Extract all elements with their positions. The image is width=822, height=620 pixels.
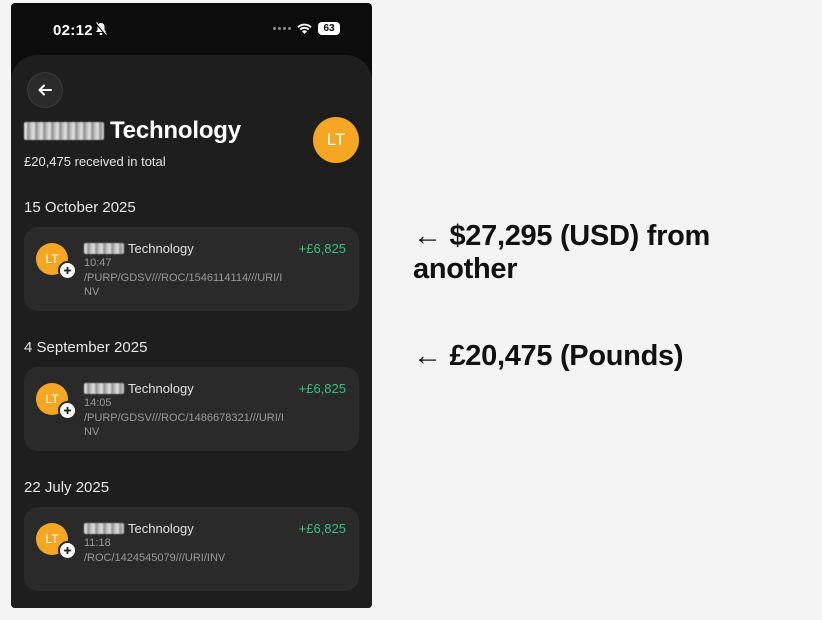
transaction-reference: /PURP/GDSV///ROC/1486678321///URI/I NV [84,412,284,438]
plus-icon [58,261,77,280]
transaction-reference: /ROC/1424545079///URI/INV [84,552,226,564]
transaction-amount: +£6,825 [298,521,346,536]
annotation-usd: ← $27,295 (USD) from another [413,220,710,285]
avatar: LT [313,117,359,163]
transaction-time: 10:47 [84,257,112,269]
transaction-time: 11:18 [84,537,111,549]
transaction-name: Technology [84,521,194,536]
transaction-reference: /PURP/GDSV///ROC/1546114114///URI/I NV [84,272,283,298]
transaction-card[interactable]: LT Technology 10:47 /PURP/GDSV///ROC/154… [24,227,359,311]
date-heading: 15 October 2025 [24,199,136,216]
status-bar: 02:12 63 [11,3,372,55]
redacted-name [24,122,104,140]
page-title: Technology [24,117,241,145]
date-heading: 4 September 2025 [24,339,148,356]
status-time: 02:12 [53,22,93,39]
phone-screen: 02:12 63 Technology £20,475 received in … [11,3,372,608]
transaction-amount: +£6,825 [298,241,346,256]
transaction-name-text: Technology [128,381,194,396]
transaction-amount: +£6,825 [298,381,346,396]
payee-detail-sheet: Technology £20,475 received in total LT … [11,55,372,608]
signal-dots-icon [273,27,291,30]
date-heading: 22 July 2025 [24,479,110,496]
status-icons: 63 [273,22,340,35]
plus-icon [58,401,77,420]
transaction-name: Technology [84,241,194,256]
transaction-name-text: Technology [128,241,194,256]
wifi-icon [297,23,312,34]
transaction-name-text: Technology [128,521,194,536]
page-title-text: Technology [110,117,241,144]
annotation-pounds: ← £20,475 (Pounds) [413,340,684,372]
back-button[interactable] [27,72,63,108]
total-received-text: £20,475 received in total [24,154,166,169]
redacted-name [84,243,124,254]
transaction-card[interactable]: LT Technology 14:05 /PURP/GDSV///ROC/148… [24,367,359,451]
transaction-card[interactable]: LT Technology 11:18 /ROC/1424545079///UR… [24,507,359,591]
transaction-name: Technology [84,381,194,396]
redacted-name [84,523,124,534]
arrow-left-icon [38,84,52,96]
plus-icon [58,541,77,560]
bell-slash-icon [95,22,107,36]
redacted-name [84,383,124,394]
transaction-time: 14:05 [84,397,112,409]
battery-icon: 63 [318,22,340,35]
